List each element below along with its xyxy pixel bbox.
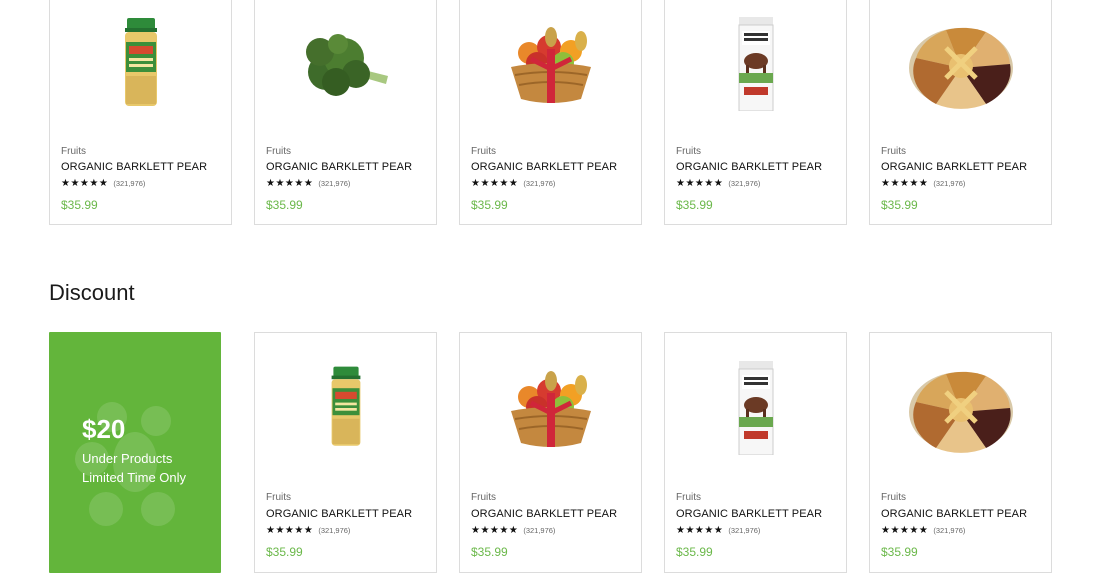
product-card[interactable]: Fruits ORGANIC BARKLETT PEAR ★★★★★ (321,… (254, 0, 437, 225)
product-name[interactable]: ORGANIC BARKLETT PEAR (266, 508, 412, 520)
star-rating-icon: ★★★★★ (61, 178, 109, 189)
promo-note: Limited Time Only (82, 470, 187, 485)
product-price: $35.99 (266, 545, 303, 559)
product-category: Fruits (61, 146, 86, 157)
broccoli-image[interactable] (255, 9, 436, 119)
star-rating-icon: ★★★★★ (471, 525, 519, 536)
product-card[interactable]: Fruits ORGANIC BARKLETT PEAR ★★★★★ (321,… (664, 332, 847, 573)
product-card[interactable]: Fruits ORGANIC BARKLETT PEAR ★★★★★ (321,… (254, 332, 437, 573)
product-rating: ★★★★★ (321,976) (61, 178, 145, 189)
milk-carton-image[interactable] (665, 353, 846, 463)
product-name[interactable]: ORGANIC BARKLETT PEAR (471, 508, 617, 520)
review-count: (321,976) (523, 179, 556, 188)
product-price: $35.99 (471, 545, 508, 559)
product-category: Fruits (676, 146, 701, 157)
star-rating-icon: ★★★★★ (676, 525, 724, 536)
product-price: $35.99 (61, 198, 98, 212)
review-count: (321,976) (933, 526, 966, 535)
spice-jar-image[interactable] (255, 353, 436, 463)
promo-subtitle: Under Products (82, 451, 173, 466)
product-category: Fruits (266, 492, 291, 503)
product-rating: ★★★★★ (321,976) (676, 178, 760, 189)
product-category: Fruits (881, 492, 906, 503)
product-rating: ★★★★★ (321,976) (881, 178, 965, 189)
product-category: Fruits (471, 492, 496, 503)
promo-amount: $20 (82, 414, 126, 444)
product-price: $35.99 (471, 198, 508, 212)
product-name[interactable]: ORGANIC BARKLETT PEAR (676, 161, 822, 173)
product-category: Fruits (471, 146, 496, 157)
product-category: Fruits (266, 146, 291, 157)
product-rating: ★★★★★ (321,976) (266, 525, 350, 536)
review-count: (321,976) (933, 179, 966, 188)
star-rating-icon: ★★★★★ (266, 525, 314, 536)
product-price: $35.99 (266, 198, 303, 212)
discount-promo-banner[interactable]: $20 Under Products Limited Time Only (49, 332, 221, 573)
product-name[interactable]: ORGANIC BARKLETT PEAR (881, 161, 1027, 173)
kiwi-slice-decoration (89, 492, 123, 526)
product-card[interactable]: Fruits ORGANIC BARKLETT PEAR ★★★★★ (321,… (49, 0, 232, 225)
product-card[interactable]: Fruits ORGANIC BARKLETT PEAR ★★★★★ (321,… (459, 0, 642, 225)
product-rating: ★★★★★ (321,976) (471, 178, 555, 189)
review-count: (321,976) (113, 179, 146, 188)
product-rating: ★★★★★ (321,976) (471, 525, 555, 536)
nut-tray-image[interactable] (870, 9, 1051, 119)
product-name[interactable]: ORGANIC BARKLETT PEAR (881, 508, 1027, 520)
star-rating-icon: ★★★★★ (881, 525, 929, 536)
product-price: $35.99 (676, 198, 713, 212)
product-card[interactable]: Fruits ORGANIC BARKLETT PEAR ★★★★★ (321,… (459, 332, 642, 573)
product-price: $35.99 (676, 545, 713, 559)
spice-jar-image[interactable] (50, 9, 231, 119)
section-title-discount: Discount (49, 280, 135, 305)
product-category: Fruits (881, 146, 906, 157)
product-price: $35.99 (881, 545, 918, 559)
product-name[interactable]: ORGANIC BARKLETT PEAR (676, 508, 822, 520)
product-card[interactable]: Fruits ORGANIC BARKLETT PEAR ★★★★★ (321,… (869, 332, 1052, 573)
product-name[interactable]: ORGANIC BARKLETT PEAR (471, 161, 617, 173)
review-count: (321,976) (318, 179, 351, 188)
star-rating-icon: ★★★★★ (266, 178, 314, 189)
review-count: (321,976) (728, 179, 761, 188)
product-card[interactable]: Fruits ORGANIC BARKLETT PEAR ★★★★★ (321,… (664, 0, 847, 225)
product-name[interactable]: ORGANIC BARKLETT PEAR (266, 161, 412, 173)
product-rating: ★★★★★ (321,976) (676, 525, 760, 536)
milk-carton-image[interactable] (665, 9, 846, 119)
product-rating: ★★★★★ (321,976) (266, 178, 350, 189)
product-price: $35.99 (881, 198, 918, 212)
star-rating-icon: ★★★★★ (881, 178, 929, 189)
star-rating-icon: ★★★★★ (676, 178, 724, 189)
product-category: Fruits (676, 492, 701, 503)
review-count: (321,976) (523, 526, 556, 535)
review-count: (321,976) (318, 526, 351, 535)
fruit-basket-image[interactable] (460, 9, 641, 119)
product-name[interactable]: ORGANIC BARKLETT PEAR (61, 161, 207, 173)
fruit-basket-image[interactable] (460, 353, 641, 463)
nut-tray-image[interactable] (870, 353, 1051, 463)
kiwi-slice-decoration (141, 492, 175, 526)
kiwi-slice-decoration (141, 406, 171, 436)
product-card[interactable]: Fruits ORGANIC BARKLETT PEAR ★★★★★ (321,… (869, 0, 1052, 225)
star-rating-icon: ★★★★★ (471, 178, 519, 189)
review-count: (321,976) (728, 526, 761, 535)
product-rating: ★★★★★ (321,976) (881, 525, 965, 536)
